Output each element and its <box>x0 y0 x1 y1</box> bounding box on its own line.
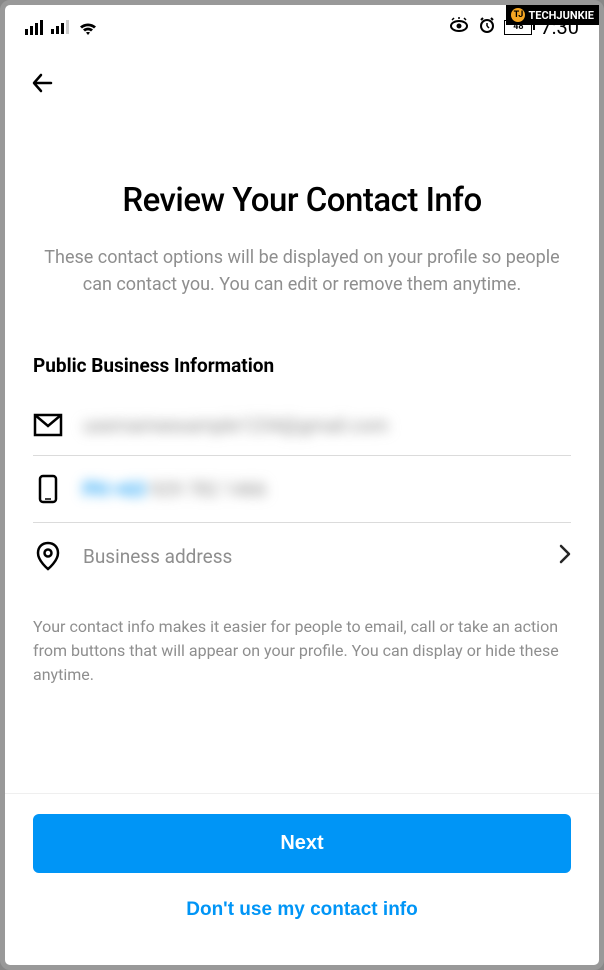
address-row[interactable]: Business address <box>33 523 571 589</box>
bottom-actions: Next Don't use my contact info <box>5 793 599 965</box>
dont-use-button[interactable]: Don't use my contact info <box>33 881 571 939</box>
phone-number: 929 782 1466 <box>150 478 266 501</box>
phone-row[interactable]: PH +63 929 782 1466 <box>33 456 571 523</box>
device-frame: TJ TECHJUNKIE 48 7:30 <box>0 0 604 970</box>
phone-icon <box>33 474 63 504</box>
alarm-icon <box>478 16 496 38</box>
signal-icon-secondary <box>51 20 69 34</box>
address-placeholder: Business address <box>83 545 539 568</box>
watermark-text: TECHJUNKIE <box>528 9 594 22</box>
email-row[interactable]: usernameexample1234@gmail.com <box>33 395 571 456</box>
phone-prefix: PH +63 <box>83 478 146 501</box>
section-header: Public Business Information <box>33 354 571 377</box>
email-value: usernameexample1234@gmail.com <box>83 414 571 437</box>
next-button[interactable]: Next <box>33 814 571 873</box>
helper-text: Your contact info makes it easier for pe… <box>33 615 571 687</box>
location-icon <box>33 541 63 571</box>
status-left <box>25 19 99 35</box>
email-icon <box>33 413 63 437</box>
watermark: TJ TECHJUNKIE <box>506 5 599 25</box>
watermark-logo: TJ <box>511 8 525 22</box>
nav-bar <box>5 49 599 101</box>
back-arrow-icon <box>29 69 57 97</box>
chevron-right-icon <box>559 544 571 568</box>
page-subtitle: These contact options will be displayed … <box>33 244 571 298</box>
back-button[interactable] <box>29 69 57 101</box>
content-area: Review Your Contact Info These contact o… <box>5 101 599 793</box>
signal-icon-primary <box>25 20 43 35</box>
wifi-icon <box>77 19 99 35</box>
eye-icon <box>448 17 470 37</box>
phone-value: PH +63 929 782 1466 <box>83 478 571 501</box>
page-title: Review Your Contact Info <box>33 181 571 220</box>
